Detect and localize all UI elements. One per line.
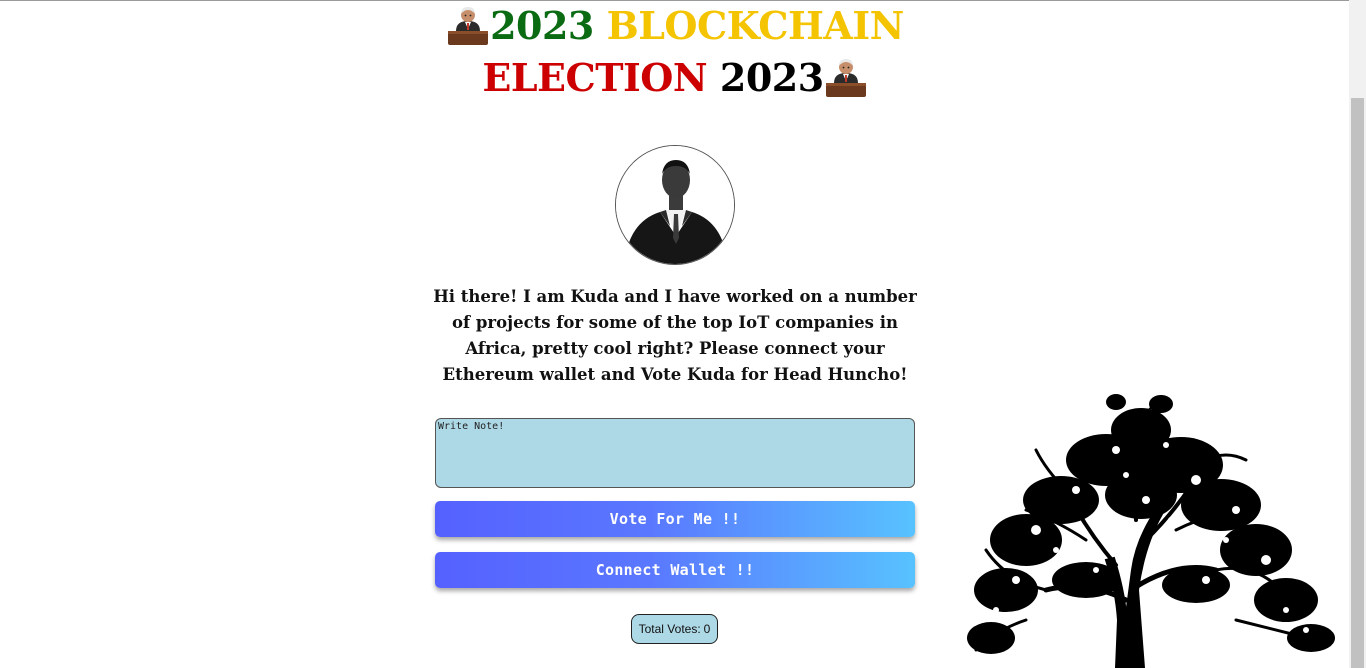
candidate-avatar (615, 145, 735, 265)
candidate-bio: Hi there! I am Kuda and I have worked on… (433, 287, 917, 384)
total-votes-badge: Total Votes: 0 (631, 614, 718, 644)
vote-button[interactable]: Vote For Me !! (435, 501, 915, 537)
note-input[interactable] (435, 418, 915, 488)
judge-emoji-icon (446, 5, 490, 45)
title-year-left: 2023 (490, 3, 594, 48)
page-title: 2023 BLOCKCHAIN ELECTION 2023 (400, 0, 950, 104)
judge-emoji-icon (824, 57, 868, 97)
page-scrollbar[interactable] (1349, 0, 1366, 668)
scrollbar-thumb[interactable] (1351, 98, 1364, 668)
title-election: ELECTION (482, 55, 708, 100)
title-blockchain: BLOCKCHAIN (606, 3, 905, 48)
connect-wallet-button[interactable]: Connect Wallet !! (435, 552, 915, 588)
title-year-right: 2023 (719, 55, 824, 100)
tree-silhouette-illustration (967, 394, 1335, 668)
candidate-photo (616, 146, 734, 264)
total-votes-label: Total Votes: (638, 622, 701, 636)
total-votes-count: 0 (703, 622, 711, 636)
